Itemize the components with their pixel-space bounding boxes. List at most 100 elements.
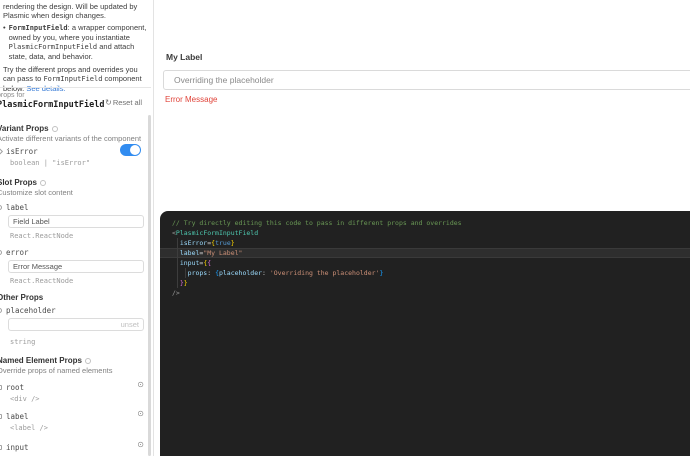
slot-icon bbox=[0, 205, 2, 210]
indent-guide bbox=[177, 278, 178, 288]
section-subtext: Override props of named elements bbox=[0, 366, 113, 375]
prop-type: React.ReactNode bbox=[10, 232, 74, 240]
element-settings-icon[interactable]: ⊙ bbox=[137, 381, 144, 389]
reset-all-button[interactable]: ↻Reset all bbox=[105, 98, 142, 107]
prop-name: label bbox=[6, 203, 29, 212]
component-preview: My Label Error Message bbox=[154, 0, 690, 211]
section-subtext: Activate different variants of the compo… bbox=[0, 134, 142, 143]
prop-row-error: error bbox=[0, 248, 147, 257]
code-token-comment: // Try directly editing this code to pas… bbox=[172, 219, 462, 227]
code-token-string: 'Overriding the placeholder' bbox=[269, 269, 380, 277]
toggle-knob bbox=[130, 145, 140, 155]
preview-error-message: Error Message bbox=[165, 95, 218, 104]
section-title: Variant Props bbox=[0, 124, 49, 133]
code-line[interactable]: props: {placeholder: 'Overriding the pla… bbox=[160, 268, 690, 278]
slot-icon bbox=[0, 308, 2, 313]
element-row-label: label ⊙ bbox=[0, 410, 147, 421]
code-token-plain: : bbox=[207, 269, 216, 277]
iserror-toggle[interactable] bbox=[120, 144, 141, 156]
element-name: label bbox=[6, 412, 29, 421]
code-editor[interactable]: // Try directly editing this code to pas… bbox=[160, 211, 690, 456]
code-line[interactable]: isError={true} bbox=[160, 238, 690, 248]
element-icon bbox=[0, 445, 2, 450]
prop-row-placeholder: placeholder bbox=[0, 306, 147, 315]
prop-row-iserror: isError bbox=[0, 144, 147, 156]
code-token-attr: input bbox=[179, 259, 200, 267]
component-description: rendering the design. Will be updated by… bbox=[0, 0, 153, 93]
element-settings-icon[interactable]: ⊙ bbox=[137, 410, 144, 418]
info-icon bbox=[40, 179, 47, 186]
label-value-input[interactable] bbox=[8, 215, 144, 228]
element-row-root: root ⊙ bbox=[0, 381, 147, 392]
element-row-input: input ⊙ bbox=[0, 441, 147, 452]
prop-name: placeholder bbox=[6, 306, 56, 315]
code-token-attr: isError bbox=[179, 239, 208, 247]
indent-guide bbox=[177, 248, 178, 258]
inline-code: PlasmicFormInputField bbox=[8, 43, 98, 51]
preview-field-label: My Label bbox=[166, 52, 203, 62]
divider bbox=[0, 87, 151, 88]
code-line-current[interactable]: label="My Label" bbox=[160, 248, 690, 258]
indent-guide bbox=[177, 268, 178, 278]
code-token-bool: true bbox=[215, 239, 231, 247]
prop-name: error bbox=[6, 248, 29, 257]
code-line[interactable]: }} bbox=[160, 278, 690, 288]
prop-type: React.ReactNode bbox=[10, 277, 74, 285]
section-variant-props: Variant Props Activate different variant… bbox=[0, 124, 147, 167]
slot-icon bbox=[0, 250, 2, 255]
section-subtext: Customize slot content bbox=[0, 188, 73, 197]
prop-type: boolean | "isError" bbox=[10, 159, 91, 167]
info-icon bbox=[51, 125, 58, 132]
prop-type: string bbox=[10, 338, 36, 346]
code-token-attr: props bbox=[187, 269, 208, 277]
code-line[interactable]: input={{ bbox=[160, 258, 690, 268]
element-name: root bbox=[6, 383, 25, 392]
sidebar-scrollbar[interactable] bbox=[148, 115, 151, 456]
section-title: Other Props bbox=[0, 293, 44, 302]
preview-text-input[interactable] bbox=[163, 70, 690, 90]
element-icon bbox=[0, 385, 2, 390]
section-title: Named Element Props bbox=[0, 356, 82, 365]
props-panel: rendering the design. Will be updated by… bbox=[0, 0, 153, 456]
element-icon bbox=[0, 414, 2, 419]
section-slot-props: Slot Props Customize slot content label … bbox=[0, 178, 147, 285]
element-settings-icon[interactable]: ⊙ bbox=[137, 441, 144, 449]
prop-row-label: label bbox=[0, 203, 147, 212]
code-token-brace1: } bbox=[183, 279, 188, 287]
element-tag: <div /> bbox=[10, 395, 40, 403]
code-line[interactable]: <PlasmicFormInputField bbox=[160, 228, 690, 238]
prop-name: isError bbox=[6, 147, 38, 156]
description-paragraph: rendering the design. Will be updated by… bbox=[3, 2, 138, 20]
inline-code: FormInputField bbox=[8, 24, 68, 32]
variant-icon bbox=[0, 147, 4, 156]
code-token-string: "My Label" bbox=[203, 249, 243, 257]
description-bullet: • FormInputField: a wrapper component, o… bbox=[3, 23, 147, 61]
code-line[interactable]: // Try directly editing this code to pas… bbox=[160, 218, 690, 228]
code-line[interactable]: /> bbox=[160, 288, 690, 298]
reset-icon: ↻ bbox=[105, 98, 112, 107]
code-block: // Try directly editing this code to pas… bbox=[160, 218, 690, 298]
inline-code: FormInputField bbox=[43, 75, 103, 83]
indent-guide bbox=[177, 238, 178, 248]
element-name: input bbox=[6, 443, 29, 452]
placeholder-value-input[interactable] bbox=[8, 318, 144, 331]
code-token-attr: placeholder bbox=[218, 269, 263, 277]
plasmic-playground: rendering the design. Will be updated by… bbox=[0, 0, 690, 456]
code-token-brace3: } bbox=[379, 269, 384, 277]
panel-header: props for PlasmicFormInputField ↻Reset a… bbox=[0, 92, 150, 110]
indent-guide bbox=[177, 258, 178, 268]
info-icon bbox=[84, 357, 91, 364]
indent-guide bbox=[185, 268, 186, 278]
error-value-input[interactable] bbox=[8, 260, 144, 273]
section-title: Slot Props bbox=[0, 178, 38, 187]
description-paragraph: Try the different props and overrides yo… bbox=[3, 65, 142, 93]
code-token-punct: /> bbox=[172, 289, 180, 297]
element-tag: <label /> bbox=[10, 424, 48, 432]
section-other-props: Other Props placeholder string bbox=[0, 293, 147, 346]
code-token-brace2: { bbox=[207, 259, 212, 267]
code-token-tag: PlasmicFormInputField bbox=[175, 229, 259, 237]
section-named-element-props: Named Element Props Override props of na… bbox=[0, 356, 147, 452]
